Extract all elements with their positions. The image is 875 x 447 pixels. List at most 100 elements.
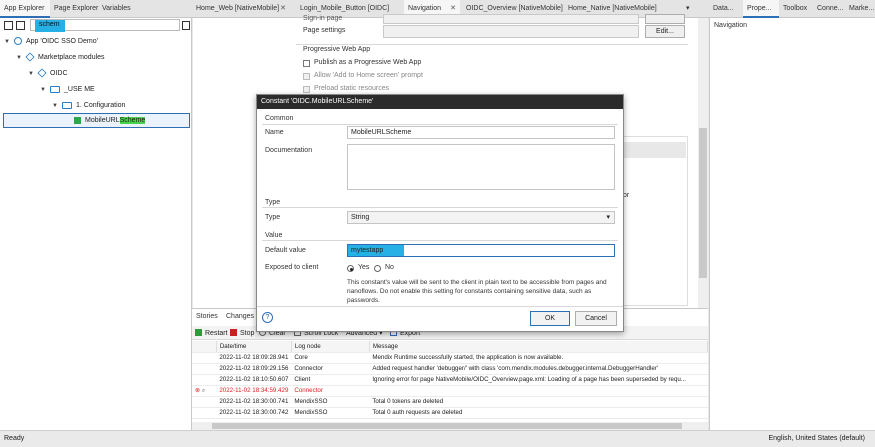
cancel-button[interactable]: Cancel [575,311,617,326]
tree-item-use-me[interactable]: ▼ _USE ME [40,82,95,98]
log-row[interactable]: 2022-11-02 18:30:00.742 MendixSSO Total … [192,407,708,419]
log-message [369,385,708,397]
sign-in-page-select-button[interactable] [645,14,685,24]
tab-page-explorer[interactable]: Page Explorer [50,0,98,18]
constant-icon [74,116,81,124]
expand-all-icon[interactable] [16,21,25,30]
settings-header-bar [621,142,686,158]
section-divider [262,124,618,125]
help-icon[interactable]: ? [262,312,273,323]
value-section-title: Value [265,232,283,239]
tab-changes[interactable]: Changes [222,310,258,324]
exposed-to-client-label: Exposed to client [265,264,319,271]
tab-label: Prope... [747,5,772,12]
log-row[interactable]: 2022-11-02 18:30:00.741 MendixSSO Total … [192,396,708,408]
chevron-down-icon[interactable]: ▼ [28,66,38,82]
stop-button[interactable]: Stop [230,328,254,339]
type-value: String [351,214,370,221]
log-row[interactable]: 2022-11-02 18:10:50.607 Client Ignoring … [192,374,708,386]
type-select[interactable]: String ▾ [347,211,615,224]
properties-title: Navigation [714,22,748,29]
ok-button[interactable]: OK [530,311,570,326]
log-node: MendixSSO [291,396,370,408]
tab-app-explorer[interactable]: App Explorer [0,0,50,18]
scrollbar-thumb[interactable] [699,128,707,278]
default-value-input[interactable]: mytestapp [347,244,615,257]
chevron-down-icon[interactable]: ▼ [4,34,14,50]
column-header[interactable]: Message [369,341,709,353]
name-input[interactable]: MobileURLScheme [347,126,615,139]
allow-a2hs-checkbox[interactable] [303,73,310,80]
preload-static-checkbox[interactable] [303,86,310,93]
document-scrollbar[interactable] [698,18,708,308]
tab-toolbox[interactable]: Toolbox [779,0,813,18]
tab-data[interactable]: Data... [709,0,743,18]
restart-button[interactable]: Restart [195,328,228,339]
chevron-down-icon[interactable]: ▼ [16,50,26,66]
tab-properties[interactable]: Prope... [743,0,779,18]
scrollbar-thumb[interactable] [212,423,682,429]
yes-label: Yes [358,264,370,271]
tab-connector[interactable]: Conne... [813,0,845,18]
sign-in-page-field[interactable] [383,14,639,24]
status-bar: Ready English, United States (default) [0,430,875,447]
tab-overflow-menu[interactable]: ▾ [682,0,706,18]
module-icon [37,68,47,78]
exposed-warning-note: This constant's value will be sent to th… [347,279,607,304]
tab-marketplace[interactable]: Marke... [845,0,875,18]
column-header[interactable]: Log node [291,341,370,353]
documentation-textarea[interactable] [347,144,615,190]
log-message: Total 0 auth requests are deleted [369,407,708,419]
log-row-error[interactable]: ⊗ ⌕ 2022-11-02 18:34:59.429 Connector [192,385,708,397]
page-settings-field[interactable] [383,25,639,38]
chevron-down-icon[interactable]: ▼ [40,82,50,98]
sign-in-page-label: Sign-in page [303,15,343,22]
section-divider [262,240,618,241]
tab-label: Conne... [817,5,844,12]
log-row[interactable]: 2022-11-02 18:09:29.156 Connector Added … [192,363,708,375]
tab-label: Marke... [849,5,875,12]
status-cell [192,407,217,419]
left-tabbar: App Explorer Page Explorer Variables [0,0,192,18]
column-header[interactable]: Date/time [216,341,292,353]
exposed-yes-radio[interactable] [347,265,354,272]
attachment-icon[interactable]: ⌕ [202,387,205,394]
log-table: Date/time Log node Message 2022-11-02 18… [192,341,709,419]
page-settings-edit-button[interactable]: Edit... [645,25,685,38]
tree-item-app[interactable]: ▼ App 'OIDC SSO Demo' [4,34,98,50]
log-node: Client [291,374,370,386]
type-section-title: Type [265,199,281,206]
page-settings-label: Page settings [303,27,346,34]
log-node: Connector [291,385,370,397]
status-cell [192,396,217,408]
section-divider [262,207,618,208]
button-label: Edit... [656,28,674,35]
tree-item-configuration[interactable]: ▼ 1. Configuration [52,98,125,114]
tab-stories[interactable]: Stories [192,310,224,324]
tree-item-oidc[interactable]: ▼ OIDC [28,66,68,82]
search-input[interactable]: schem [30,19,180,32]
filter-options-icon[interactable] [182,21,190,30]
button-label: OK [544,315,556,322]
exposed-no-radio[interactable] [374,265,381,272]
button-label: Restart [205,330,228,337]
chevron-down-icon[interactable]: ▼ [52,98,62,114]
status-cell [192,374,217,386]
language-indicator[interactable]: English, United States (default) [769,431,866,447]
folder-icon [50,85,60,93]
documentation-label: Documentation [265,147,313,154]
tree-item-mobileurlscheme-content[interactable]: MobileURLScheme [74,113,146,129]
log-row[interactable]: 2022-11-02 18:09:28.941 Core Mendix Runt… [192,352,708,364]
tree-item-marketplace-modules[interactable]: ▼ Marketplace modules [16,50,105,66]
tab-variables[interactable]: Variables [98,0,138,18]
publish-pwa-checkbox[interactable] [303,60,310,67]
console-hscrollbar[interactable] [192,422,708,430]
search-value: schem [39,21,60,28]
constant-dialog: Constant 'OIDC.MobileURLScheme' Common N… [256,94,624,332]
doc-tab-home-web[interactable]: Home_Web [NativeMobile] ✕ [192,0,290,18]
close-icon[interactable]: ✕ [280,0,286,18]
footer-divider [257,306,623,307]
preload-static-label: Preload static resources [314,85,390,92]
tab-label: App Explorer [4,5,45,12]
collapse-all-icon[interactable] [4,21,13,30]
